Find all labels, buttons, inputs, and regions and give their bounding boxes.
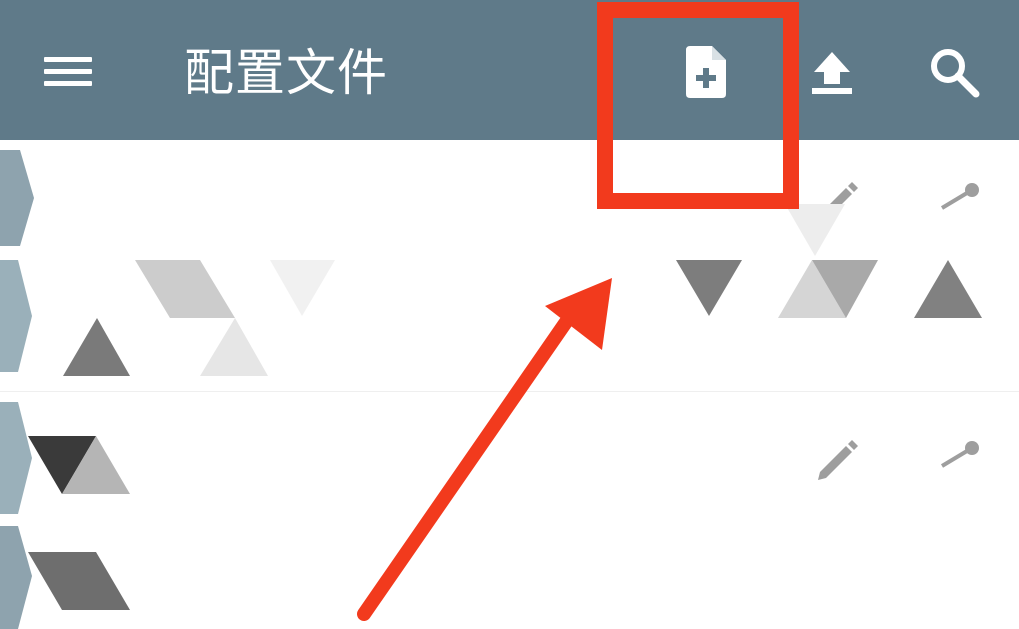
share-icon	[940, 441, 979, 468]
app-toolbar: 配置文件	[0, 0, 1019, 140]
share-profile-button[interactable]	[928, 170, 988, 230]
pencil-icon	[818, 182, 858, 222]
profile-list	[0, 140, 1019, 629]
pencil-icon	[818, 440, 858, 480]
profile-row[interactable]	[0, 392, 1019, 629]
profile-row[interactable]	[0, 140, 1019, 392]
upload-button[interactable]	[800, 42, 864, 102]
edit-profile-button[interactable]	[806, 170, 866, 230]
hamburger-menu-icon	[44, 57, 92, 86]
share-icon	[940, 183, 979, 210]
search-icon	[931, 49, 980, 98]
menu-button[interactable]	[38, 44, 98, 98]
add-profile-button[interactable]	[672, 38, 742, 106]
upload-icon	[812, 52, 852, 94]
page-title: 配置文件	[184, 44, 388, 102]
search-button[interactable]	[922, 40, 986, 104]
edit-profile-button[interactable]	[806, 428, 866, 488]
note-add-icon	[686, 46, 726, 98]
share-profile-button[interactable]	[928, 428, 988, 488]
